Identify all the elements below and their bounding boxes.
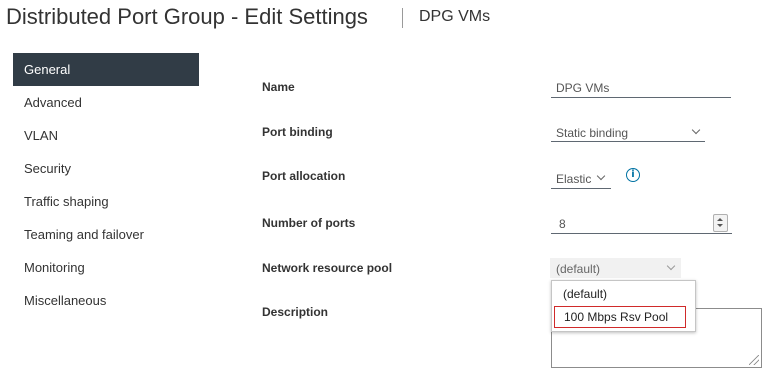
nav-item-traffic-shaping[interactable]: Traffic shaping — [13, 185, 199, 218]
chevron-down-icon[interactable] — [596, 171, 606, 181]
page-title: Distributed Port Group - Edit Settings — [6, 4, 368, 29]
nav-item-security[interactable]: Security — [13, 152, 199, 185]
nav-item-monitoring[interactable]: Monitoring — [13, 251, 199, 284]
nav-item-teaming-failover[interactable]: Teaming and failover — [13, 218, 199, 251]
page-subtitle: DPG VMs — [419, 8, 491, 25]
resize-grip-icon[interactable] — [749, 355, 759, 365]
stepper-down-icon[interactable] — [717, 224, 723, 227]
num-ports-label: Number of ports — [262, 216, 356, 230]
port-allocation-underline — [551, 188, 611, 189]
dropdown-option-100mbps-rsv-pool[interactable]: 100 Mbps Rsv Pool — [554, 306, 686, 328]
info-icon[interactable]: i — [626, 168, 640, 182]
name-input[interactable]: DPG VMs — [556, 81, 609, 95]
nav-item-advanced[interactable]: Advanced — [13, 86, 199, 119]
num-ports-stepper[interactable] — [713, 214, 728, 232]
num-ports-underline — [551, 233, 732, 234]
nav-item-general[interactable]: General — [13, 53, 199, 86]
port-allocation-select[interactable]: Elastic — [556, 172, 591, 186]
title-divider — [402, 8, 403, 28]
resource-pool-dropdown: (default) 100 Mbps Rsv Pool — [551, 280, 696, 332]
resource-pool-value: (default) — [556, 262, 601, 276]
chevron-down-icon[interactable] — [691, 125, 701, 135]
port-binding-select[interactable]: Static binding — [556, 126, 628, 140]
port-binding-label: Port binding — [262, 125, 333, 139]
resource-pool-label: Network resource pool — [262, 261, 393, 275]
description-label: Description — [262, 305, 329, 319]
name-input-underline — [551, 97, 731, 98]
num-ports-input[interactable]: 8 — [559, 217, 566, 231]
port-allocation-label: Port allocation — [262, 169, 346, 183]
stepper-up-icon[interactable] — [717, 218, 723, 221]
nav-item-miscellaneous[interactable]: Miscellaneous — [13, 284, 199, 317]
name-label: Name — [262, 80, 295, 94]
settings-nav: General Advanced VLAN Security Traffic s… — [13, 53, 199, 317]
port-binding-underline — [551, 141, 705, 142]
nav-item-vlan[interactable]: VLAN — [13, 119, 199, 152]
dropdown-option-default[interactable]: (default) — [554, 287, 607, 301]
